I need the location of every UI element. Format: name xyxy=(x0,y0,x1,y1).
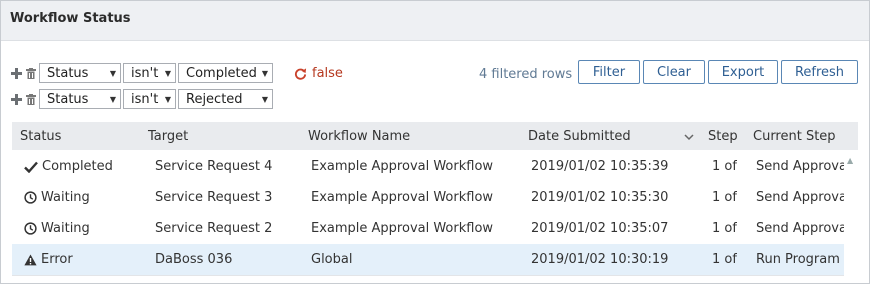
panel-title: Workflow Status xyxy=(10,11,131,26)
date-submitted-cell: 2019/01/02 10:35:39 xyxy=(531,159,669,174)
filter-button[interactable]: Filter xyxy=(578,60,640,84)
filter-value-select[interactable]: Completed ▼ xyxy=(178,63,273,83)
date-submitted-cell: 2019/01/02 10:30:19 xyxy=(531,252,669,267)
chevron-down-icon: ▼ xyxy=(261,68,268,78)
filter-operator-select[interactable]: isn't ▼ xyxy=(123,63,176,83)
table-row[interactable]: Waiting Service Request 3 Example Approv… xyxy=(12,182,844,214)
chevron-down-icon: ▼ xyxy=(261,94,268,104)
check-icon xyxy=(24,161,38,173)
refresh-icon xyxy=(294,68,307,80)
filter-value-text: Rejected xyxy=(186,91,243,107)
current-step-cell: Send Approval xyxy=(756,159,844,174)
target-cell: Service Request 3 xyxy=(155,190,273,205)
workflow-name-cell: Example Approval Workflow xyxy=(311,221,494,236)
status-text: Waiting xyxy=(41,221,90,236)
match-all-toggle[interactable]: false xyxy=(294,66,343,81)
column-header-date-submitted[interactable]: Date Submitted xyxy=(528,129,631,144)
filter-field-select[interactable]: Status ▼ xyxy=(39,89,121,109)
column-header-workflow-name[interactable]: Workflow Name xyxy=(308,129,410,144)
filter-row-2: Status ▼ isn't ▼ Rejected ▼ xyxy=(11,89,275,109)
step-cell: 1 of xyxy=(712,190,737,205)
column-header-target[interactable]: Target xyxy=(148,129,188,144)
step-cell: 1 of xyxy=(712,252,737,267)
current-step-cell: Send Approval xyxy=(756,190,844,205)
workflow-table: Status Target Workflow Name Date Submitt… xyxy=(12,122,858,283)
filter-field-select[interactable]: Status ▼ xyxy=(39,63,121,83)
table-row[interactable]: Error DaBoss 036 Global 2019/01/02 10:30… xyxy=(12,244,844,276)
export-button[interactable]: Export xyxy=(708,60,778,84)
filter-value-text: Completed xyxy=(186,65,257,81)
workflow-status-panel: Workflow Status Status ▼ isn't ▼ Completed… xyxy=(0,0,870,284)
workflow-name-cell: Example Approval Workflow xyxy=(311,159,494,174)
filter-value-select[interactable]: Rejected ▼ xyxy=(178,89,273,109)
column-header-status[interactable]: Status xyxy=(20,129,61,144)
table-row[interactable]: Waiting Service Request 2 Example Approv… xyxy=(12,213,844,245)
panel-header xyxy=(1,1,869,41)
current-step-cell: Send Approval xyxy=(756,221,844,236)
date-submitted-cell: 2019/01/02 10:35:30 xyxy=(531,190,669,205)
status-text: Error xyxy=(41,252,73,267)
filter-field-value: Status xyxy=(47,91,89,107)
add-filter-icon[interactable] xyxy=(11,93,22,105)
target-cell: DaBoss 036 xyxy=(155,252,233,267)
delete-filter-icon[interactable] xyxy=(25,93,36,105)
status-cell: Waiting xyxy=(24,190,90,205)
column-header-current-step[interactable]: Current Step xyxy=(753,129,836,144)
filter-field-value: Status xyxy=(47,65,89,81)
workflow-name-cell: Global xyxy=(311,252,353,267)
filter-operator-value: isn't xyxy=(131,65,159,81)
chevron-down-icon: ▼ xyxy=(109,68,116,78)
status-cell: Waiting xyxy=(24,221,90,236)
filter-operator-select[interactable]: isn't ▼ xyxy=(123,89,176,109)
workflow-name-cell: Example Approval Workflow xyxy=(311,190,494,205)
toggle-label: false xyxy=(312,66,343,81)
sort-descending-icon[interactable] xyxy=(684,130,694,145)
clock-icon xyxy=(24,191,37,204)
step-cell: 1 of xyxy=(712,159,737,174)
chevron-down-icon: ▼ xyxy=(109,94,116,104)
clear-button[interactable]: Clear xyxy=(643,60,705,84)
refresh-button[interactable]: Refresh xyxy=(781,60,858,84)
chevron-down-icon: ▼ xyxy=(164,94,171,104)
delete-filter-icon[interactable] xyxy=(25,67,36,79)
clock-icon xyxy=(24,222,37,235)
date-submitted-cell: 2019/01/02 10:35:07 xyxy=(531,221,669,236)
table-header: Status Target Workflow Name Date Submitt… xyxy=(12,122,858,150)
table-scrollbar[interactable] xyxy=(844,150,858,283)
step-cell: 1 of xyxy=(712,221,737,236)
chevron-down-icon: ▼ xyxy=(164,68,171,78)
target-cell: Service Request 4 xyxy=(155,159,273,174)
target-cell: Service Request 2 xyxy=(155,221,273,236)
filter-operator-value: isn't xyxy=(131,91,159,107)
table-row[interactable]: Completed Service Request 4 Example Appr… xyxy=(12,151,844,183)
status-text: Waiting xyxy=(41,190,90,205)
warning-icon xyxy=(24,254,37,265)
status-cell: Error xyxy=(24,252,73,267)
filtered-row-count: 4 filtered rows xyxy=(479,67,573,82)
status-text: Completed xyxy=(42,159,113,174)
filter-row-1: Status ▼ isn't ▼ Completed ▼ xyxy=(11,63,275,83)
current-step-cell: Run Program xyxy=(756,252,840,267)
scroll-up-icon[interactable]: ▲ xyxy=(847,156,853,165)
column-header-step[interactable]: Step xyxy=(708,129,738,144)
add-filter-icon[interactable] xyxy=(11,67,22,79)
status-cell: Completed xyxy=(24,159,113,174)
